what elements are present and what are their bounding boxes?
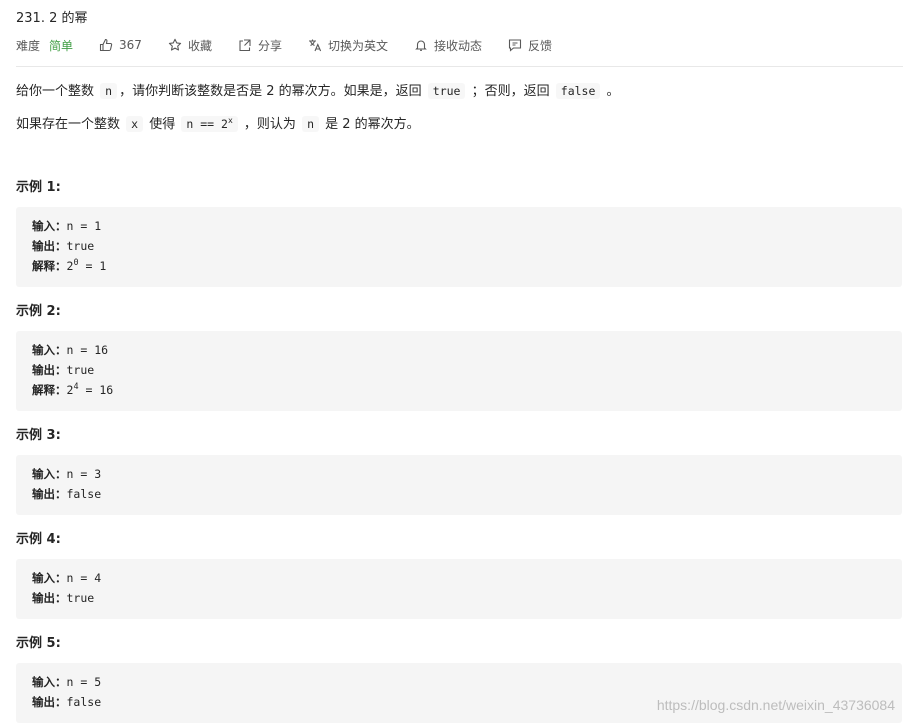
example-input-line: 输入：n = 16	[32, 343, 109, 357]
inline-code-n: n	[100, 83, 118, 99]
example-title: 示例 4:	[16, 532, 61, 547]
example-code-block: 输入：n = 3 输出：false	[16, 455, 902, 515]
star-icon	[168, 38, 182, 52]
like-count: 367	[119, 38, 142, 52]
switch-language-button[interactable]: 切换为英文	[308, 37, 388, 54]
inline-code-power-expression: n == 2x	[181, 116, 238, 132]
like-button[interactable]: 367	[99, 38, 142, 52]
example-input-line: 输入：n = 4	[32, 571, 102, 585]
example-explanation-line: 解释：20 = 1	[32, 258, 107, 273]
switch-language-label: 切换为英文	[327, 38, 388, 53]
example-output-line: 输出：true	[32, 363, 95, 377]
header-divider	[16, 66, 903, 67]
difficulty-badge: 简单	[49, 38, 74, 53]
bell-icon	[414, 38, 428, 52]
notifications-button[interactable]: 接收动态	[414, 37, 482, 54]
example-title: 示例 5:	[16, 636, 61, 651]
inline-code-x: x	[126, 116, 144, 132]
example-code-block: 输入：n = 5 输出：false	[16, 663, 902, 723]
feedback-icon	[508, 38, 522, 52]
inline-code-false: false	[555, 83, 601, 99]
favorite-button[interactable]: 收藏	[168, 37, 212, 54]
share-button[interactable]: 分享	[238, 37, 282, 54]
share-label: 分享	[257, 38, 282, 53]
example-title: 示例 3:	[16, 428, 61, 443]
example-output-line: 输出：false	[32, 695, 102, 709]
example-input-line: 输入：n = 1	[32, 219, 102, 233]
example-output-line: 输出：false	[32, 487, 102, 501]
example-explanation-line: 解释：24 = 16	[32, 382, 114, 397]
notifications-label: 接收动态	[433, 38, 482, 53]
translate-icon	[308, 38, 322, 52]
feedback-button[interactable]: 反馈	[508, 37, 552, 54]
problem-meta-bar: 难度 简单 367 收藏 分享 切换为英文 接收动态 反馈	[16, 36, 552, 54]
example-output-line: 输出：true	[32, 239, 95, 253]
example-title: 示例 2:	[16, 304, 61, 319]
description-paragraph-2: 如果存在一个整数 x 使得 n == 2x ，则认为 n 是 2 的幂次方。	[16, 116, 420, 132]
problem-title: 231. 2 的幂	[16, 11, 88, 26]
csdn-watermark: https://blog.csdn.net/weixin_43736084	[656, 697, 895, 713]
example-title: 示例 1:	[16, 180, 61, 195]
feedback-label: 反馈	[528, 38, 553, 53]
example-output-line: 输出：true	[32, 591, 95, 605]
example-input-line: 输入：n = 5	[32, 675, 102, 689]
thumbs-up-icon	[99, 38, 113, 52]
inline-code-true: true	[427, 83, 466, 99]
description-paragraph-1: 给你一个整数 n ，请你判断该整数是否是 2 的幂次方。如果是，返回 true ；…	[16, 83, 620, 99]
example-code-block: 输入：n = 4 输出：true	[16, 559, 902, 619]
example-code-block: 输入：n = 1 输出：true 解释：20 = 1	[16, 207, 902, 287]
difficulty-label: 难度	[16, 38, 41, 53]
share-icon	[238, 38, 252, 52]
favorite-label: 收藏	[187, 38, 212, 53]
example-input-line: 输入：n = 3	[32, 467, 102, 481]
example-code-block: 输入：n = 16 输出：true 解释：24 = 16	[16, 331, 902, 411]
inline-code-n-2: n	[302, 116, 319, 132]
